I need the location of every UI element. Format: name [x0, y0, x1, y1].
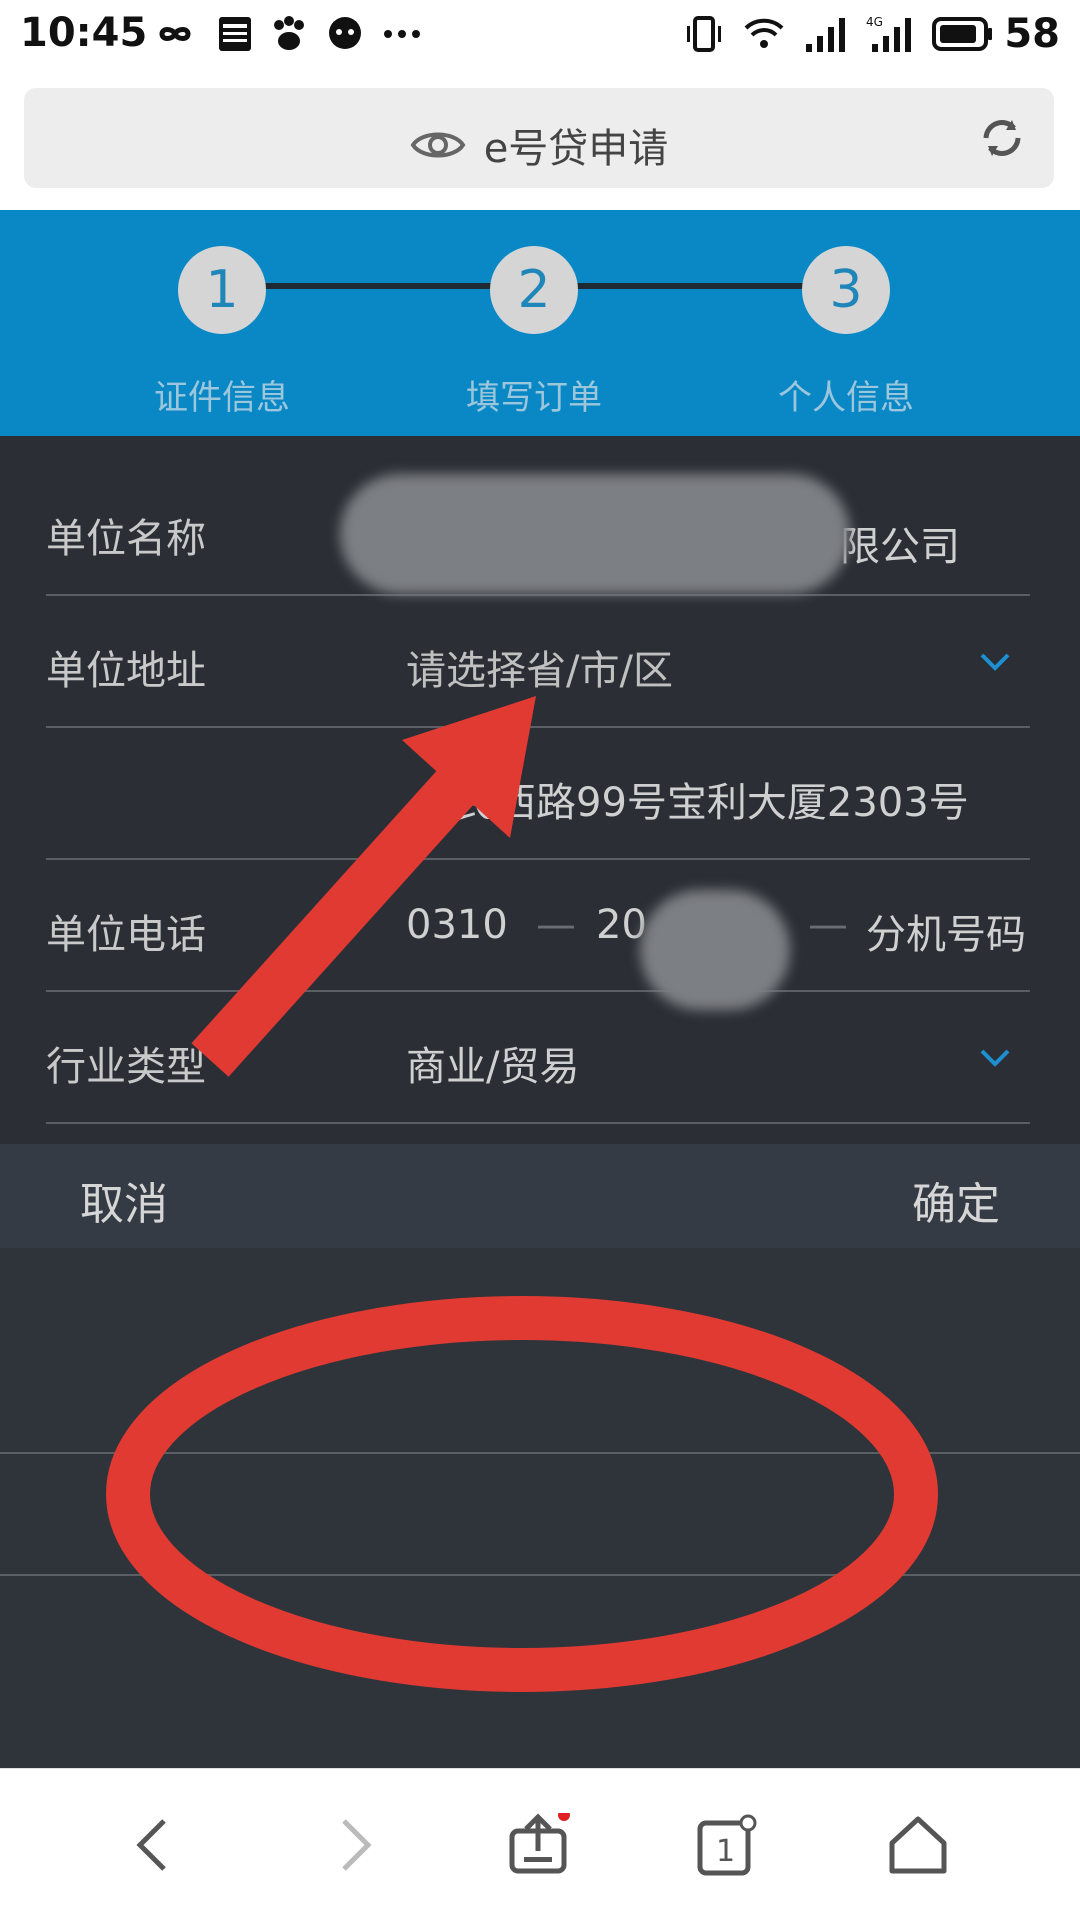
phone-area-input[interactable]: 0310: [406, 902, 508, 948]
phone-separator-1: —: [536, 902, 576, 948]
step-1-label: 证件信息: [154, 378, 290, 418]
step-3-label: 个人信息: [778, 378, 914, 418]
news-icon: [219, 17, 251, 51]
industry-label: 行业类型: [46, 1044, 206, 1090]
redaction-blur: [640, 890, 790, 1010]
step-2-label: 填写订单: [466, 378, 602, 418]
phone-separator-2: —: [808, 902, 848, 948]
unit-phone-row[interactable]: 单位电话 0310 — 20 — 分机号码: [46, 860, 1030, 992]
page-title: e号贷申请: [483, 126, 669, 172]
industry-row[interactable]: 行业类型 商业/贸易: [46, 992, 1030, 1124]
battery-icon: [932, 17, 993, 51]
more-dots-icon: [384, 30, 420, 38]
browser-bottom-nav: 1: [0, 1768, 1080, 1920]
vibrate-icon: [687, 16, 722, 52]
forward-icon[interactable]: [320, 1813, 384, 1877]
unit-address-row[interactable]: 单位地址 请选择省/市/区: [46, 596, 1030, 728]
chat-icon: [329, 17, 361, 49]
baidu-paw-icon: [274, 16, 304, 50]
unit-name-value[interactable]: 限公司: [840, 514, 960, 572]
unit-address-label: 单位地址: [46, 648, 206, 694]
phone-extension-input[interactable]: 分机号码: [866, 902, 1026, 960]
svg-text:1: 1: [716, 1834, 735, 1869]
step-3-circle: 3: [802, 246, 890, 334]
refresh-icon[interactable]: [976, 112, 1028, 164]
chevron-down-icon[interactable]: [978, 1040, 1012, 1074]
picker-toolbar: 取消 确定: [0, 1144, 1080, 1248]
battery-level: 58: [1004, 11, 1060, 57]
address-detail-row[interactable]: 长民西路99号宝利大厦2303号: [46, 728, 1030, 860]
tabs-icon[interactable]: 1: [694, 1813, 758, 1877]
unit-phone-label: 单位电话: [46, 912, 206, 958]
phone-number-input[interactable]: 20: [596, 902, 647, 948]
picker-selection-line-top: [0, 1452, 1080, 1454]
unit-name-label: 单位名称: [46, 516, 206, 562]
picker-selection-line-bottom: [0, 1574, 1080, 1576]
progress-steps: 1 2 3 证件信息 填写订单 个人信息: [0, 210, 1080, 436]
browser-address-bar[interactable]: e号贷申请: [24, 88, 1054, 188]
redaction-blur: [340, 474, 850, 594]
share-icon[interactable]: [506, 1813, 570, 1877]
chevron-down-icon[interactable]: [978, 644, 1012, 678]
signal-icon: [806, 18, 846, 52]
back-icon[interactable]: [124, 1813, 188, 1877]
4g-signal-icon: 4G: [866, 15, 912, 52]
status-bar: 10:45 4G 58: [0, 0, 1080, 72]
step-1-circle: 1: [178, 246, 266, 334]
unit-address-select[interactable]: 请选择省/市/区: [406, 638, 673, 696]
svg-text:4G: 4G: [866, 15, 883, 29]
eye-icon: [410, 132, 466, 158]
status-time: 10:45: [20, 10, 148, 56]
home-icon[interactable]: [886, 1813, 950, 1877]
infinity-icon: [159, 27, 191, 41]
region-picker[interactable]: [0, 1248, 1080, 1768]
confirm-button[interactable]: 确定: [912, 1168, 1000, 1232]
industry-select[interactable]: 商业/贸易: [406, 1034, 579, 1092]
step-2-circle: 2: [490, 246, 578, 334]
wifi-icon: [744, 18, 784, 48]
cancel-button[interactable]: 取消: [80, 1168, 168, 1232]
address-detail-input[interactable]: 长民西路99号宝利大厦2303号: [416, 770, 969, 828]
